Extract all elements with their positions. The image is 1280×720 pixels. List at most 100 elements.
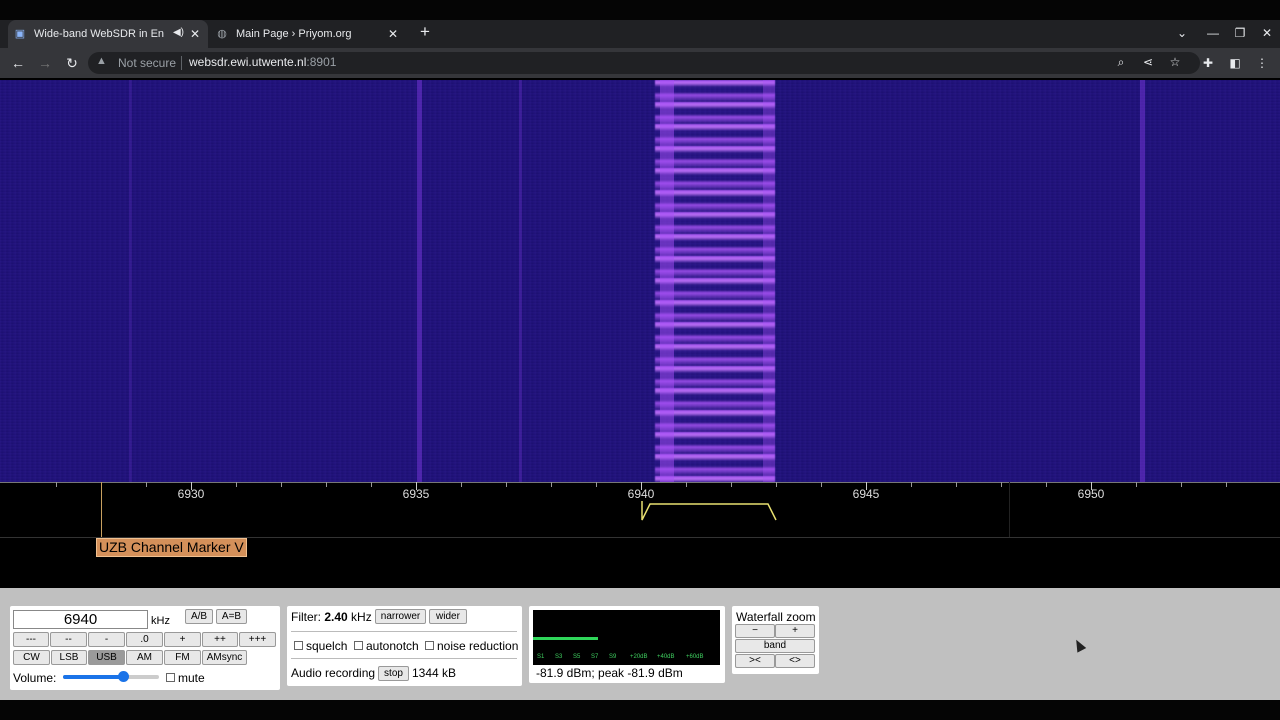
mode-lsb-button[interactable]: LSB <box>51 650 87 665</box>
screen-bottom-border <box>0 700 1280 720</box>
frequency-scale[interactable]: 6930 6935 6940 6945 6950 <box>0 482 1280 537</box>
screen-top-border <box>0 0 1280 20</box>
toolbar: ← → ↻ ▲ Not secure websdr.ewi.utwente.nl… <box>0 48 1280 78</box>
scale-tick <box>776 482 777 487</box>
scale-tick <box>956 482 957 487</box>
recording-label: Audio recording <box>291 666 376 680</box>
frequency-panel: 6940 kHz A/B A=B --- -- - .0 + ++ +++ CW… <box>10 606 280 690</box>
step-up-small-button[interactable]: + <box>164 632 201 647</box>
smeter-label: S1 <box>537 654 545 660</box>
tab-priyom[interactable]: ◍ Main Page › Priyom.org ✕ <box>210 20 406 48</box>
smeter-label: S7 <box>591 654 599 660</box>
scale-label-6945: 6945 <box>852 487 880 501</box>
step-down-small-button[interactable]: - <box>88 632 125 647</box>
audio-playing-icon[interactable]: ◀) <box>173 27 184 38</box>
zoom-out-button[interactable]: − <box>735 624 775 638</box>
scale-label-6935: 6935 <box>402 487 430 501</box>
scale-tick <box>56 482 57 487</box>
scale-baseline <box>0 482 1280 483</box>
round-zero-button[interactable]: .0 <box>126 632 163 647</box>
stop-recording-button[interactable]: stop <box>378 666 409 681</box>
smeter-label: +40dB <box>657 654 675 660</box>
bookmark-star-icon[interactable]: ☆ <box>1167 55 1183 69</box>
waterfall-trace <box>519 80 522 482</box>
waterfall-zoom-panel: Waterfall zoom − + band >< <> <box>732 606 819 674</box>
station-marker[interactable]: UZB Channel Marker V <box>96 538 247 557</box>
autonotch-checkbox[interactable] <box>354 641 363 650</box>
noise-reduction-label: noise reduction <box>437 639 519 653</box>
restore-icon[interactable]: ❐ <box>1230 22 1250 44</box>
scale-tick <box>281 482 282 487</box>
narrower-button[interactable]: narrower <box>375 609 426 624</box>
smeter-label: +60dB <box>686 654 704 660</box>
step-down-medium-button[interactable]: -- <box>50 632 87 647</box>
url-text[interactable]: websdr.ewi.utwente.nl:8901 <box>189 55 336 69</box>
scale-tick <box>1046 482 1047 487</box>
scale-tick <box>371 482 372 487</box>
zoom-band-button[interactable]: band <box>735 639 815 653</box>
vfo-a-equals-b-button[interactable]: A=B <box>216 609 247 624</box>
minimize-icon[interactable]: — <box>1203 22 1223 44</box>
scale-tick <box>1001 482 1002 487</box>
filter-label: Filter: 2.40 kHz <box>291 610 372 624</box>
step-up-medium-button[interactable]: ++ <box>202 632 238 647</box>
zoom-in-button[interactable]: + <box>775 624 815 638</box>
passband-indicator[interactable] <box>641 501 778 523</box>
waterfall-trace <box>417 80 422 482</box>
mode-cw-button[interactable]: CW <box>13 650 50 665</box>
squelch-checkbox[interactable] <box>294 641 303 650</box>
noise-reduction-checkbox[interactable] <box>425 641 434 650</box>
mode-usb-button[interactable]: USB <box>88 650 125 665</box>
share-icon[interactable]: ⋖ <box>1140 55 1156 69</box>
step-down-large-button[interactable]: --- <box>13 632 49 647</box>
reload-icon[interactable]: ↻ <box>63 54 81 72</box>
back-arrow-icon[interactable]: ← <box>9 54 27 72</box>
tab-title: Main Page › Priyom.org <box>236 28 352 40</box>
zoom-magnifier-icon[interactable]: ⌕ <box>1113 55 1129 70</box>
control-area: 6940 kHz A/B A=B --- -- - .0 + ++ +++ CW… <box>0 588 1280 700</box>
waterfall-zoom-title: Waterfall zoom <box>736 610 816 624</box>
scale-label-6930: 6930 <box>177 487 205 501</box>
filter-bandwidth: 2.40 <box>324 610 348 624</box>
close-window-icon[interactable]: ✕ <box>1257 22 1277 44</box>
waterfall-trace <box>129 80 132 482</box>
wider-button[interactable]: wider <box>429 609 467 624</box>
tuning-marker-line <box>101 482 102 538</box>
address-bar[interactable]: ▲ Not secure websdr.ewi.utwente.nl:8901 … <box>88 52 1200 74</box>
menu-kebab-icon[interactable]: ⋮ <box>1253 54 1271 72</box>
filter-divider <box>291 631 517 632</box>
smeter-label: S9 <box>609 654 617 660</box>
scale-tick <box>911 482 912 487</box>
signal-edge <box>763 80 775 482</box>
security-status[interactable]: Not secure <box>118 56 176 70</box>
volume-slider[interactable] <box>63 671 159 682</box>
warning-triangle-icon[interactable]: ▲ <box>96 55 107 67</box>
volume-slider-thumb[interactable] <box>117 671 129 682</box>
waterfall-display[interactable] <box>0 80 1280 482</box>
tab-search-chevron-icon[interactable]: ⌄ <box>1172 22 1192 44</box>
mode-am-button[interactable]: AM <box>126 650 163 665</box>
zoom-narrow-button[interactable]: >< <box>735 654 775 668</box>
zoom-wide-button[interactable]: <> <box>775 654 815 668</box>
scale-tick <box>506 482 507 487</box>
autonotch-label: autonotch <box>366 639 419 653</box>
scale-tick <box>1226 482 1227 487</box>
vfo-ab-button[interactable]: A/B <box>185 609 213 624</box>
extensions-puzzle-icon[interactable]: ✚ <box>1199 54 1217 72</box>
close-tab-icon[interactable]: ✕ <box>188 27 202 41</box>
mute-checkbox[interactable] <box>166 673 175 682</box>
mode-fm-button[interactable]: FM <box>164 650 201 665</box>
scale-tick <box>686 482 687 487</box>
scale-tick <box>326 482 327 487</box>
frequency-input[interactable]: 6940 <box>13 610 148 629</box>
new-tab-plus-icon[interactable]: + <box>416 22 434 42</box>
tab-strip: ▣ Wide-band WebSDR in Ensch ◀) ✕ ◍ Main … <box>0 20 1280 48</box>
recording-divider <box>291 658 517 659</box>
tab-websdr[interactable]: ▣ Wide-band WebSDR in Ensch ◀) ✕ <box>8 20 208 48</box>
squelch-label: squelch <box>306 639 348 653</box>
close-tab-icon[interactable]: ✕ <box>386 27 400 41</box>
step-up-large-button[interactable]: +++ <box>239 632 276 647</box>
side-panel-icon[interactable]: ◧ <box>1226 54 1244 72</box>
forward-arrow-icon[interactable]: → <box>36 54 54 72</box>
mode-amsync-button[interactable]: AMsync <box>202 650 247 665</box>
